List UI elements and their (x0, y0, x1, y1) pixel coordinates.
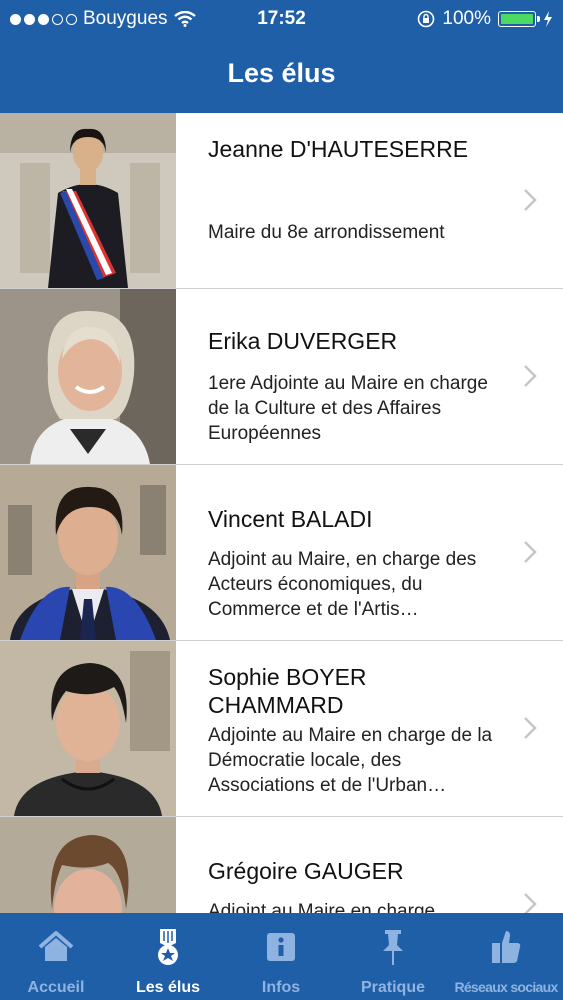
pin-icon (383, 930, 403, 965)
battery-icon (498, 11, 540, 27)
tab-label: Réseaux sociaux (454, 979, 558, 995)
home-icon (38, 931, 74, 961)
elu-role: Adjointe au Maire en charge de la Démocr… (208, 725, 493, 796)
elu-name: Jeanne D'HAUTESERRE (208, 136, 469, 162)
portrait-photo (0, 289, 176, 464)
thumbs-up-icon (492, 931, 521, 963)
chevron-right-icon (524, 893, 537, 913)
rotation-lock-icon (418, 10, 435, 28)
tab-label: Pratique (360, 979, 425, 996)
charging-icon (544, 11, 552, 27)
portrait-photo (0, 113, 176, 288)
tab-label: Infos (261, 979, 301, 996)
portrait-photo (0, 817, 176, 913)
tab-infos[interactable]: Infos (225, 913, 337, 1000)
page-title: Les élus (227, 58, 336, 88)
tab-pratique[interactable]: Pratique (337, 913, 449, 1000)
info-icon (267, 933, 295, 961)
tab-label: Les élus (135, 979, 201, 996)
list-item[interactable]: Vincent BALADI Adjoint au Maire, en char… (0, 465, 563, 641)
app-header: Bouygues 17:52 100% Les élus (0, 0, 563, 113)
tab-bar: Accueil Les élus Infos Pratique Réseaux … (0, 913, 563, 1000)
elu-role: Adjoint au Maire, en charge des Acteurs … (208, 549, 477, 620)
tab-les-elus[interactable]: Les élus (112, 913, 224, 1000)
list-item[interactable]: Sophie BOYER CHAMMARD Adjointe au Maire … (0, 641, 563, 817)
list-item[interactable]: Grégoire GAUGER Adjoint au Maire en char… (0, 817, 563, 913)
status-bar: Bouygues 17:52 100% (0, 0, 563, 38)
chevron-right-icon (524, 189, 537, 211)
elu-role: Adjoint au Maire en charge (208, 901, 436, 913)
elu-name: Vincent BALADI (208, 506, 373, 532)
tab-accueil[interactable]: Accueil (0, 913, 112, 1000)
portrait-photo (0, 465, 176, 640)
elu-name: Grégoire GAUGER (208, 858, 404, 884)
tab-label: Accueil (27, 979, 85, 996)
list-item[interactable]: Erika DUVERGER 1ere Adjointe au Maire en… (0, 289, 563, 465)
medal-icon (158, 929, 178, 965)
elu-role: 1ere Adjointe au Maire en charge de la C… (208, 373, 488, 444)
battery-percent: 100% (442, 8, 491, 29)
elu-role: Maire du 8e arrondissement (208, 222, 445, 243)
chevron-right-icon (524, 541, 537, 563)
elu-name: Sophie BOYER CHAMMARD (208, 664, 367, 718)
portrait-photo (0, 641, 176, 816)
elu-name: Erika DUVERGER (208, 328, 398, 354)
list-item[interactable]: Jeanne D'HAUTESERRE Maire du 8e arrondis… (0, 113, 563, 289)
chevron-right-icon (524, 365, 537, 387)
tab-reseaux-sociaux[interactable]: Réseaux sociaux (450, 913, 562, 1000)
elus-list[interactable]: Jeanne D'HAUTESERRE Maire du 8e arrondis… (0, 113, 563, 913)
chevron-right-icon (524, 717, 537, 739)
